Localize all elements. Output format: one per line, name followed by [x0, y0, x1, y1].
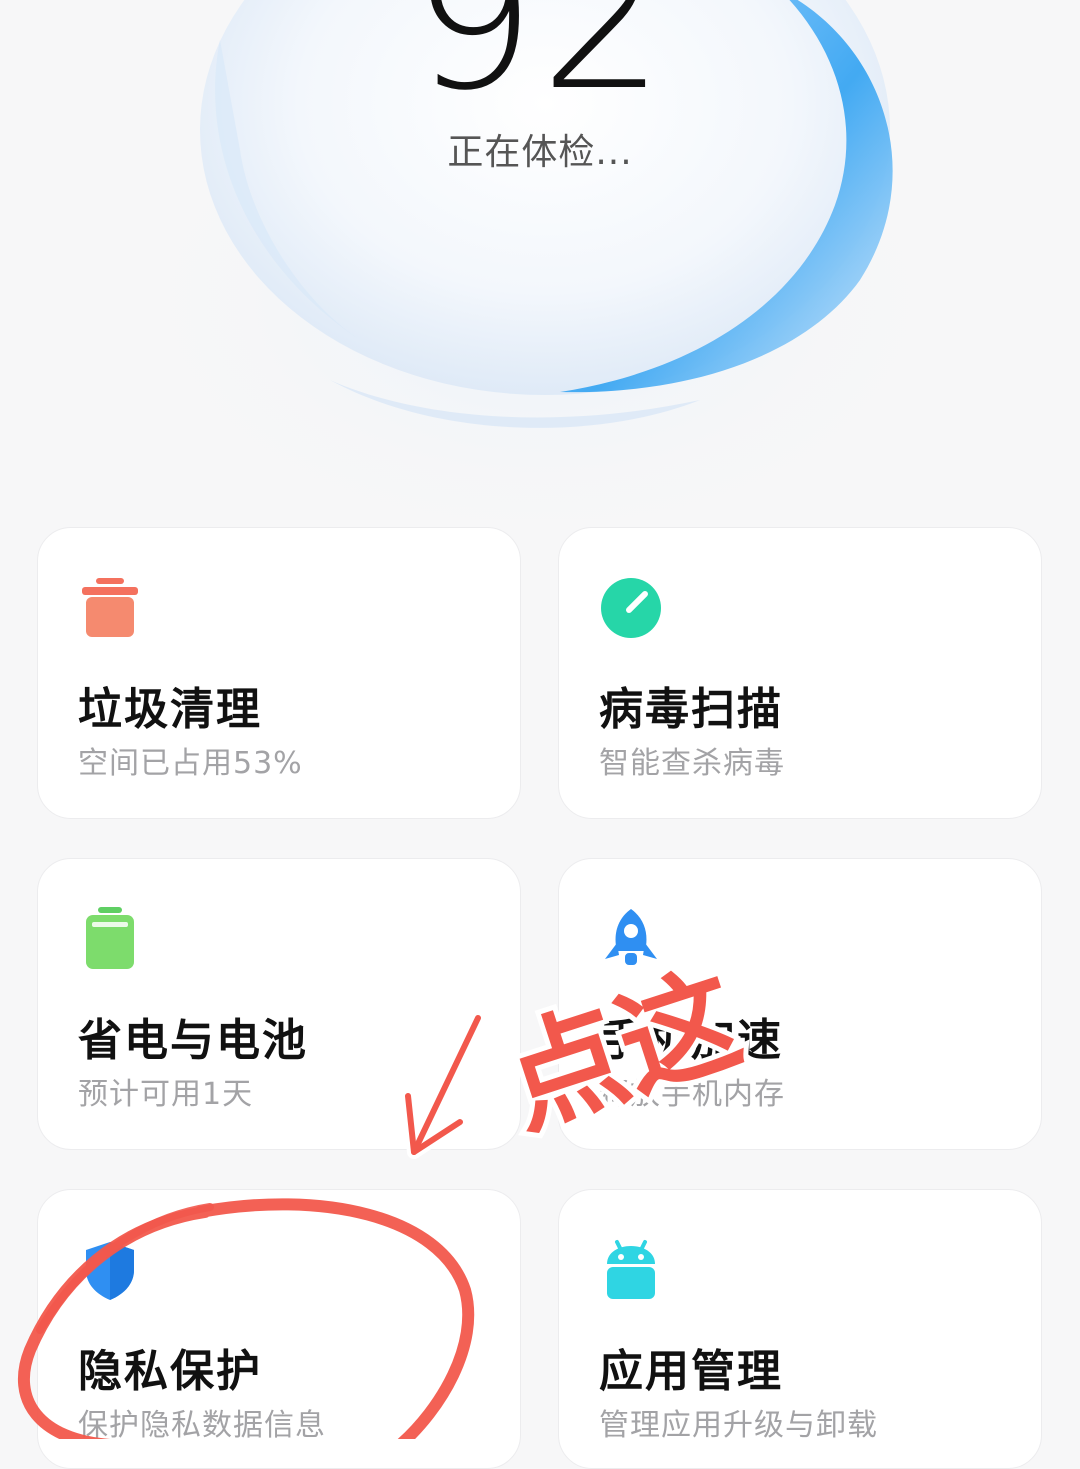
card-title: 垃圾清理: [78, 684, 262, 735]
gauge-icon: [601, 578, 661, 638]
phone-speedup-card[interactable]: 手机加速 释放手机内存: [558, 858, 1042, 1150]
health-check-hero: 92 正在体检...: [0, 0, 1080, 520]
card-title: 应用管理: [599, 1346, 783, 1397]
card-subtitle: 预计可用1天: [78, 1077, 254, 1112]
trash-icon: [82, 578, 138, 637]
card-title: 手机加速: [599, 1015, 783, 1066]
card-subtitle: 保护隐私数据信息: [78, 1408, 326, 1443]
battery-icon: [86, 907, 134, 969]
card-title: 省电与电池: [78, 1015, 308, 1066]
android-icon: [607, 1240, 655, 1299]
card-title: 病毒扫描: [599, 684, 783, 735]
card-subtitle: 智能查杀病毒: [599, 746, 785, 781]
app-management-card[interactable]: 应用管理 管理应用升级与卸载: [558, 1189, 1042, 1469]
health-score: 92: [411, 0, 669, 134]
card-title: 隐私保护: [78, 1346, 262, 1397]
virus-scan-card[interactable]: 病毒扫描 智能查杀病毒: [558, 527, 1042, 819]
card-subtitle: 管理应用升级与卸载: [599, 1408, 878, 1443]
shield-icon: [86, 1242, 134, 1300]
privacy-protection-card[interactable]: 隐私保护 保护隐私数据信息: [37, 1189, 521, 1469]
card-subtitle: 空间已占用53%: [78, 746, 303, 781]
battery-card[interactable]: 省电与电池 预计可用1天: [37, 858, 521, 1150]
check-status-text: 正在体检...: [447, 132, 633, 173]
junk-cleanup-card[interactable]: 垃圾清理 空间已占用53%: [37, 527, 521, 819]
card-subtitle: 释放手机内存: [599, 1077, 785, 1112]
rocket-icon: [605, 909, 657, 965]
